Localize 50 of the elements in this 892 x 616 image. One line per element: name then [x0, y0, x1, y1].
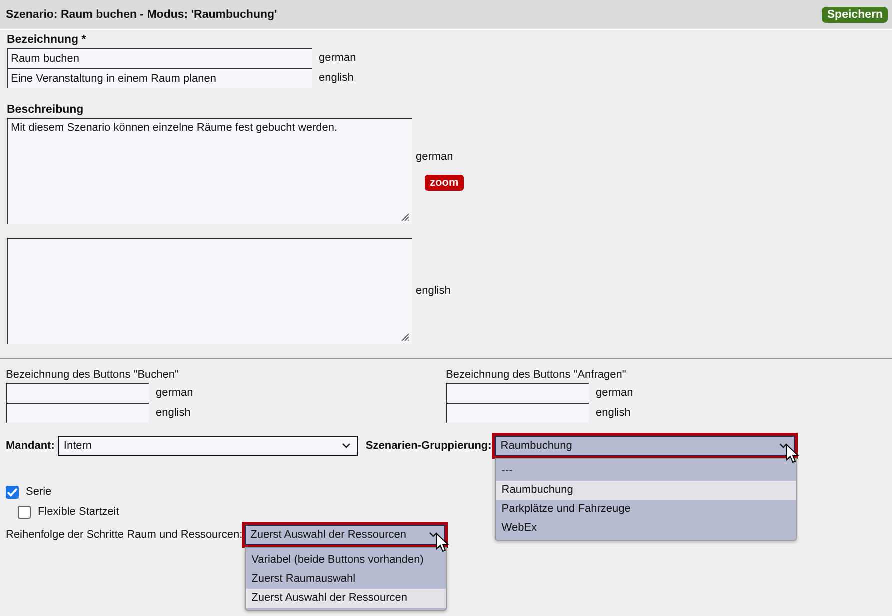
language-label: german [319, 52, 356, 64]
language-label: english [319, 72, 354, 84]
dropdown-option[interactable]: Variabel (beide Buttons vorhanden) [246, 551, 446, 570]
text-field[interactable] [6, 403, 149, 423]
field-label: Bezeichnung * [7, 34, 88, 46]
field-label: Bezeichnung des Buttons "Buchen" [6, 369, 180, 381]
mouse-pointer-icon [786, 444, 799, 464]
dropdown-option[interactable]: Raumbuchung [496, 481, 796, 500]
checkbox[interactable] [18, 506, 31, 518]
resize-grip-icon [400, 212, 410, 222]
dropdown-option[interactable]: Zuerst Auswahl der Ressourcen [246, 589, 446, 608]
checkbox[interactable] [6, 486, 19, 498]
field-label: Szenarien-Gruppierung: [366, 440, 492, 452]
language-label: german [596, 387, 634, 399]
dropdown-option[interactable]: Zuerst Raumauswahl [246, 570, 446, 589]
select-value: Raumbuchung [500, 440, 572, 452]
language-label: english [596, 407, 631, 419]
dropdown-select[interactable]: Raumbuchung [494, 436, 795, 456]
dropdown-option[interactable]: Parkplätze und Fahrzeuge [496, 500, 796, 519]
checkbox-label: Serie [26, 486, 52, 498]
text-area-value: Mit diesem Szenario können einzelne Räume fest gebucht werden. [11, 122, 338, 134]
text-field[interactable]: Eine Veranstaltung in einem Raum planen [7, 68, 312, 88]
mouse-pointer-icon [436, 533, 449, 553]
dropdown-select[interactable]: Zuerst Auswahl der Ressourcen [244, 525, 445, 545]
dropdown-select[interactable]: Intern [58, 436, 358, 456]
language-label: german [156, 387, 194, 399]
language-label: english [156, 407, 191, 419]
text-field[interactable] [446, 403, 589, 423]
text-area[interactable]: Mit diesem Szenario können einzelne Räume fest gebucht werden. [7, 118, 412, 224]
checkbox-label: Flexible Startzeit [38, 506, 120, 518]
resize-grip-icon [400, 332, 410, 342]
dropdown-option[interactable]: --- [496, 462, 796, 481]
field-label: Reihenfolge der Schritte Raum und Ressourcen: [6, 529, 243, 541]
text-field[interactable] [6, 383, 149, 403]
field-label: Bezeichnung des Buttons "Anfragen" [446, 369, 628, 381]
text-field[interactable] [446, 383, 589, 403]
chevron-down-icon [342, 443, 351, 449]
select-value: Intern [64, 440, 92, 452]
save-button[interactable]: Speichern [822, 6, 888, 22]
field-label: Mandant: [6, 440, 55, 452]
page-title: Szenario: Raum buchen - Modus: 'Raumbuchung' [6, 8, 278, 20]
dropdown-option[interactable]: WebEx [496, 519, 796, 538]
language-label: english [416, 285, 451, 297]
text-field[interactable]: Raum buchen [7, 48, 312, 68]
language-label: german [416, 151, 454, 163]
zoom-button[interactable]: zoom [425, 175, 464, 191]
select-value: Zuerst Auswahl der Ressourcen [250, 529, 407, 541]
chevron-down-icon [778, 443, 788, 449]
chevron-down-icon [428, 532, 438, 538]
field-label: Beschreibung [7, 104, 85, 116]
